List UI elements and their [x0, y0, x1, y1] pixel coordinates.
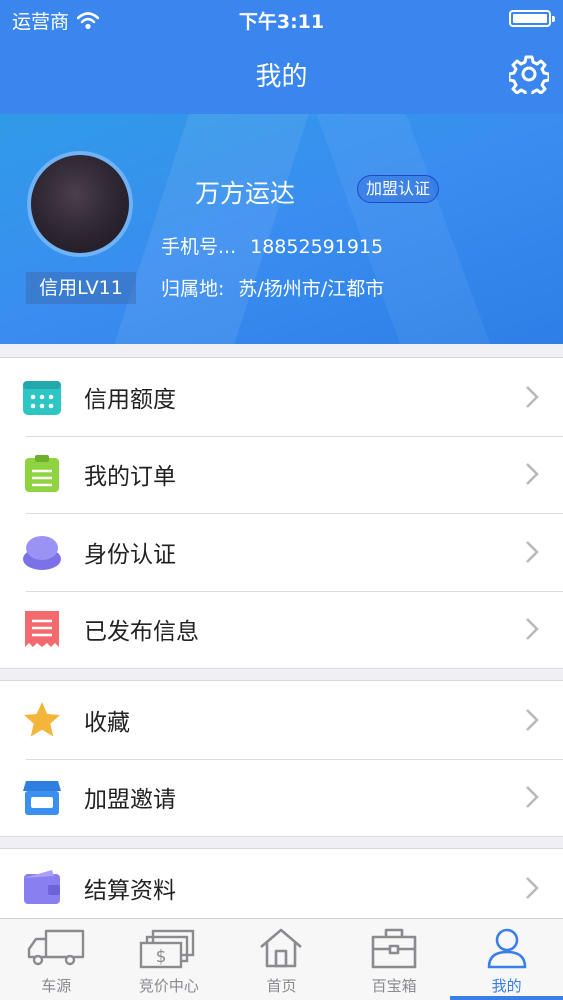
- menu-label: 身份认证: [84, 541, 176, 568]
- page-title: 我的: [255, 62, 308, 92]
- tab-bar: 车源 $ 竞价中心 首页 百宝箱 我的: [0, 918, 563, 1000]
- menu-group-account: 信用额度 我的订单 身份认证 已发布信息: [0, 357, 563, 669]
- menu-item-favorites[interactable]: 收藏: [0, 681, 563, 759]
- tab-label: 首页: [266, 977, 297, 995]
- credit-level-badge: 信用LV11: [26, 272, 136, 304]
- calendar-icon: [23, 380, 61, 415]
- menu-label: 加盟邀请: [84, 787, 176, 814]
- chevron-right-icon: [526, 385, 539, 408]
- money-icon: $: [139, 929, 195, 969]
- chevron-right-icon: [526, 876, 539, 899]
- phone-line: 手机号... 18852591915: [161, 232, 383, 259]
- menu-label: 收藏: [84, 709, 130, 736]
- menu-item-published-info[interactable]: 已发布信息: [0, 590, 563, 669]
- truck-icon: [28, 929, 85, 966]
- phone-label: 手机号...: [161, 236, 237, 258]
- tab-label: 竞价中心: [138, 977, 199, 995]
- receipt-icon: [25, 611, 59, 648]
- menu-group-settlement: 结算资料: [0, 848, 563, 928]
- toolbox-icon: [371, 928, 417, 969]
- store-icon: [23, 781, 61, 816]
- menu-item-join-invitation[interactable]: 加盟邀请: [0, 758, 563, 837]
- tab-home[interactable]: 首页: [225, 919, 338, 1000]
- tab-bidding-center[interactable]: $ 竞价中心: [113, 919, 226, 1000]
- location-label: 归属地:: [161, 278, 225, 300]
- certification-badge: 加盟认证: [357, 175, 440, 203]
- wallet-icon: [24, 869, 60, 904]
- tab-vehicles[interactable]: 车源: [0, 919, 113, 1000]
- gear-icon[interactable]: [509, 54, 549, 94]
- chevron-right-icon: [526, 618, 539, 641]
- tab-toolbox[interactable]: 百宝箱: [338, 919, 451, 1000]
- tab-label: 车源: [41, 977, 72, 995]
- menu-label: 已发布信息: [84, 619, 199, 646]
- chevron-right-icon: [526, 708, 539, 731]
- menu-group-social: 收藏 加盟邀请: [0, 680, 563, 837]
- tab-label: 百宝箱: [371, 977, 417, 995]
- home-icon: [260, 928, 303, 968]
- user-badge-icon: [23, 535, 61, 570]
- svg-text:$: $: [155, 947, 166, 967]
- profile-header: 信用LV11 万方运达 加盟认证 手机号... 18852591915 归属地: 苏…: [0, 114, 563, 344]
- menu-label: 信用额度: [84, 386, 176, 413]
- avatar[interactable]: [27, 151, 133, 257]
- chevron-right-icon: [526, 786, 539, 809]
- menu-item-identity-verification[interactable]: 身份认证: [0, 513, 563, 591]
- status-time: 下午3:11: [238, 11, 325, 33]
- chevron-right-icon: [526, 540, 539, 563]
- chevron-right-icon: [526, 463, 539, 486]
- user-name: 万方运达: [195, 179, 296, 208]
- person-icon: [487, 928, 526, 969]
- menu-label: 我的订单: [84, 464, 176, 491]
- star-icon: [24, 701, 60, 737]
- menu-item-credit-limit[interactable]: 信用额度: [0, 358, 563, 436]
- battery-icon: [509, 10, 555, 27]
- location-value: 苏/扬州市/江都市: [238, 278, 385, 300]
- menu-item-settlement-info[interactable]: 结算资料: [0, 849, 563, 927]
- menu-item-my-orders[interactable]: 我的订单: [0, 435, 563, 514]
- status-bar: 运营商 下午3:11: [0, 0, 563, 40]
- menu-label: 结算资料: [84, 877, 176, 904]
- tab-label: 我的: [491, 977, 522, 995]
- top-bar: 运营商 下午3:11 我的: [0, 0, 563, 114]
- location-line: 归属地: 苏/扬州市/江都市: [161, 274, 384, 301]
- clipboard-icon: [25, 455, 59, 493]
- phone-number: 18852591915: [250, 236, 384, 258]
- tab-mine[interactable]: 我的: [450, 919, 563, 1000]
